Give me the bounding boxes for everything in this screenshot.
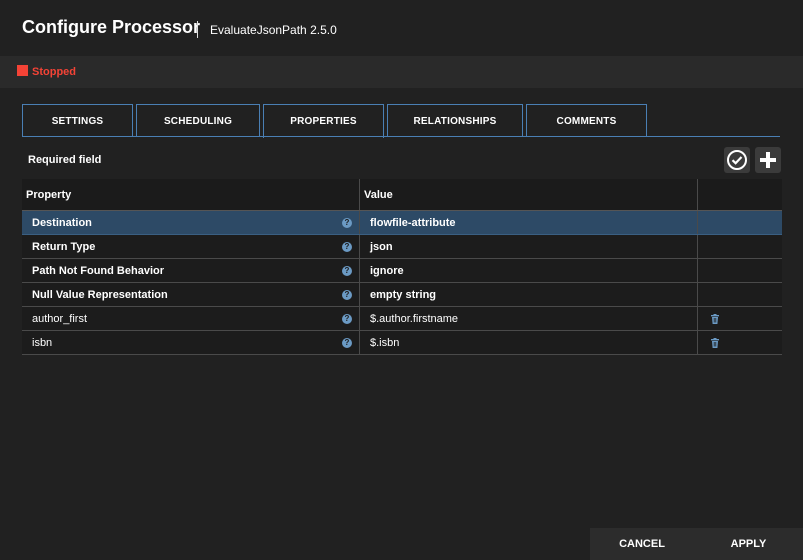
column-divider (697, 307, 698, 330)
add-property-button[interactable] (755, 147, 781, 173)
column-header-property[interactable]: Property (26, 179, 71, 211)
status-text: Stopped (32, 66, 76, 78)
property-value[interactable]: json (370, 235, 393, 258)
table-row[interactable]: Path Not Found Behavior ? ignore (22, 259, 782, 283)
verify-properties-button[interactable] (724, 147, 750, 173)
column-divider (697, 259, 698, 282)
apply-button[interactable]: APPLY (694, 528, 803, 560)
table-row[interactable]: Return Type ? json (22, 235, 782, 259)
property-value[interactable]: $.author.firstname (370, 307, 458, 330)
property-value[interactable]: $.isbn (370, 331, 399, 354)
status-bar (0, 56, 803, 88)
property-name: Return Type (32, 240, 96, 253)
column-divider (359, 331, 360, 354)
column-divider (359, 179, 360, 210)
column-divider (359, 283, 360, 306)
property-name: author_first (32, 312, 88, 325)
column-divider (359, 211, 360, 234)
dialog-header: Configure Processor EvaluateJsonPath 2.5… (0, 0, 803, 56)
property-value[interactable]: empty string (370, 283, 436, 306)
help-icon[interactable]: ? (342, 266, 352, 276)
properties-table: Property Value Destination ? flowfile-at… (22, 179, 782, 355)
cancel-button[interactable]: CANCEL (590, 528, 694, 560)
tab-scheduling[interactable]: SCHEDULING (136, 104, 260, 137)
column-divider (359, 259, 360, 282)
table-row[interactable]: author_first ? $.author.firstname (22, 307, 782, 331)
table-header: Property Value (22, 179, 782, 211)
help-icon[interactable]: ? (342, 242, 352, 252)
property-name: Null Value Representation (32, 288, 168, 301)
column-divider (697, 211, 698, 234)
tab-comments[interactable]: COMMENTS (526, 104, 647, 137)
help-icon[interactable]: ? (342, 218, 352, 228)
column-divider (359, 235, 360, 258)
help-icon[interactable]: ? (342, 290, 352, 300)
plus-icon (760, 152, 776, 168)
property-name: Destination (32, 216, 92, 229)
check-circle-icon (727, 150, 747, 170)
column-divider (359, 307, 360, 330)
help-icon[interactable]: ? (342, 338, 352, 348)
table-row[interactable]: Null Value Representation ? empty string (22, 283, 782, 307)
dialog-title: Configure Processor (22, 17, 201, 37)
column-divider (697, 235, 698, 258)
help-icon[interactable]: ? (342, 314, 352, 324)
tab-settings[interactable]: SETTINGS (22, 104, 133, 137)
table-row[interactable]: isbn ? $.isbn (22, 331, 782, 355)
property-name: isbn (32, 336, 53, 349)
column-divider (697, 179, 698, 210)
table-row[interactable]: Destination ? flowfile-attribute (22, 211, 782, 235)
tab-underline (22, 136, 780, 137)
required-field-label: Required field (28, 154, 102, 166)
property-value[interactable]: flowfile-attribute (370, 211, 456, 234)
processor-type: EvaluateJsonPath 2.5.0 (210, 23, 337, 37)
column-divider (697, 283, 698, 306)
tab-properties[interactable]: PROPERTIES (263, 104, 384, 138)
column-header-value[interactable]: Value (364, 179, 393, 211)
tab-relationships[interactable]: RELATIONSHIPS (387, 104, 523, 137)
stopped-status-icon (17, 65, 28, 76)
title-divider (197, 21, 198, 38)
column-divider (697, 331, 698, 354)
property-name: Path Not Found Behavior (32, 264, 164, 277)
property-value[interactable]: ignore (370, 259, 404, 282)
trash-icon[interactable] (710, 314, 720, 324)
trash-icon[interactable] (710, 338, 720, 348)
